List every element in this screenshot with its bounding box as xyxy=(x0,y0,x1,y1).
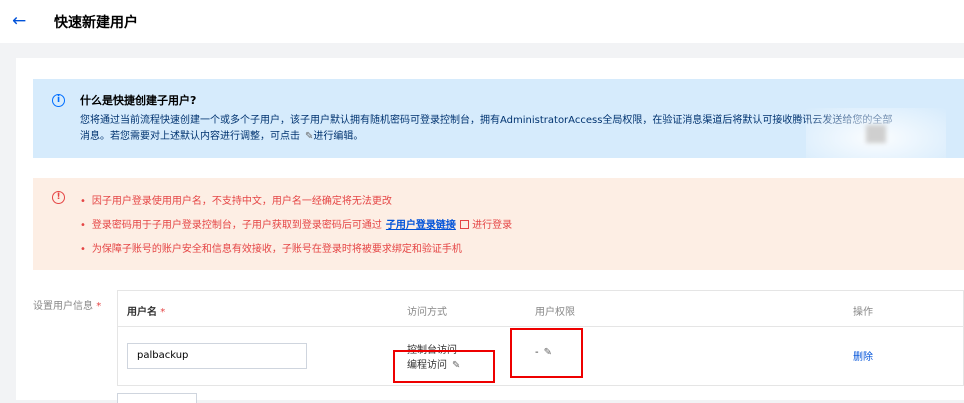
top-bar: ← 快速新建用户 xyxy=(0,0,964,43)
header-username: 用户名 * xyxy=(127,307,166,318)
warning-item: 因子用户登录使用用户名，不支持中文，用户名一经确定将无法更改 xyxy=(80,190,512,214)
subuser-login-link[interactable]: 子用户登录链接 xyxy=(386,220,456,231)
username-input[interactable]: palbackup xyxy=(127,343,307,369)
header-permission: 用户权限 xyxy=(535,307,575,318)
table-header: 用户名 * 访问方式 用户权限 操作 xyxy=(118,291,963,327)
form-label: 设置用户信息 * xyxy=(33,301,102,312)
warning-banner: ! 因子用户登录使用用户名，不支持中文，用户名一经确定将无法更改 登录密码用于子… xyxy=(33,178,964,270)
delete-button[interactable]: 删除 xyxy=(853,348,873,363)
info-icon: i xyxy=(52,94,65,107)
warning-list: 因子用户登录使用用户名，不支持中文，用户名一经确定将无法更改 登录密码用于子用户… xyxy=(80,190,512,262)
warning-item: 登录密码用于子用户登录控制台，子用户获取到登录密码后可通过子用户登录链接 进行登… xyxy=(80,214,512,238)
warning-item: 为保障子账号的账户安全和信息有效接收，子账号在登录时将被要求绑定和验证手机 xyxy=(80,238,512,262)
main-panel: i 什么是快捷创建子用户? 您将通过当前流程快速创建一个或多个子用户，该子用户默… xyxy=(16,58,964,400)
header-action: 操作 xyxy=(853,307,873,318)
highlight-box xyxy=(393,350,495,383)
warning-icon: ! xyxy=(52,191,65,204)
external-link-icon[interactable] xyxy=(459,220,469,229)
highlight-box xyxy=(510,328,583,378)
info-heading: 什么是快捷创建子用户? xyxy=(80,94,197,107)
header-access: 访问方式 xyxy=(407,307,447,318)
next-input[interactable] xyxy=(117,393,197,403)
page-title: 快速新建用户 xyxy=(54,14,138,31)
back-arrow-icon[interactable]: ← xyxy=(12,13,26,30)
blurred-mark xyxy=(866,125,886,143)
